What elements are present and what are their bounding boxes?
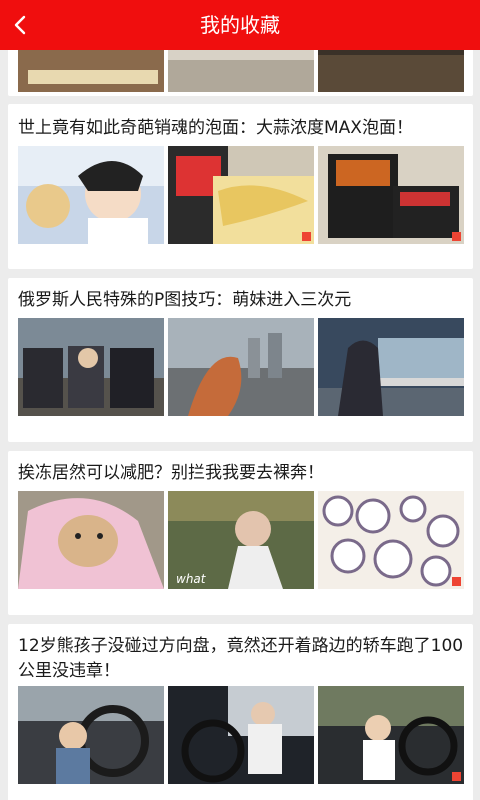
thumbnail-image[interactable] xyxy=(318,318,464,416)
favorite-card[interactable]: 12岁熊孩子没碰过方向盘，竟然还开着路边的轿车跑了100公里没违章！ xyxy=(8,624,473,800)
thumbnail-caption: what xyxy=(176,572,207,586)
thumbnail-image[interactable] xyxy=(318,146,464,244)
thumbnail-image[interactable] xyxy=(18,686,164,784)
card-title: 12岁熊孩子没碰过方向盘，竟然还开着路边的轿车跑了100公里没违章！ xyxy=(18,636,464,681)
page-title: 我的收藏 xyxy=(200,13,280,37)
thumbnail-image[interactable] xyxy=(168,146,314,244)
card-title: 世上竟有如此奇葩销魂的泡面：大蒜浓度MAX泡面！ xyxy=(18,118,413,138)
favorite-card[interactable]: 俄罗斯人民特殊的P图技巧：萌妹进入三次元 xyxy=(8,278,473,442)
thumbnail-image[interactable] xyxy=(168,686,314,784)
thumbnail-image[interactable] xyxy=(18,491,164,589)
thumbnail-image[interactable] xyxy=(18,146,164,244)
thumbnail-image[interactable] xyxy=(18,318,164,416)
thumbnail-image[interactable] xyxy=(318,686,464,784)
thumbnail-image[interactable]: what xyxy=(168,491,314,589)
favorite-card[interactable]: 挨冻居然可以减肥？别拦我我要去裸奔！ what xyxy=(8,451,473,615)
app-header: 我的收藏 xyxy=(0,0,480,50)
thumbnail-image[interactable] xyxy=(318,491,464,589)
favorite-card[interactable]: 世上竟有如此奇葩销魂的泡面：大蒜浓度MAX泡面！ xyxy=(8,104,473,269)
card-title: 挨冻居然可以减肥？别拦我我要去裸奔！ xyxy=(18,463,324,483)
thumbnail-image[interactable] xyxy=(168,318,314,416)
card-title: 俄罗斯人民特殊的P图技巧：萌妹进入三次元 xyxy=(18,290,352,310)
